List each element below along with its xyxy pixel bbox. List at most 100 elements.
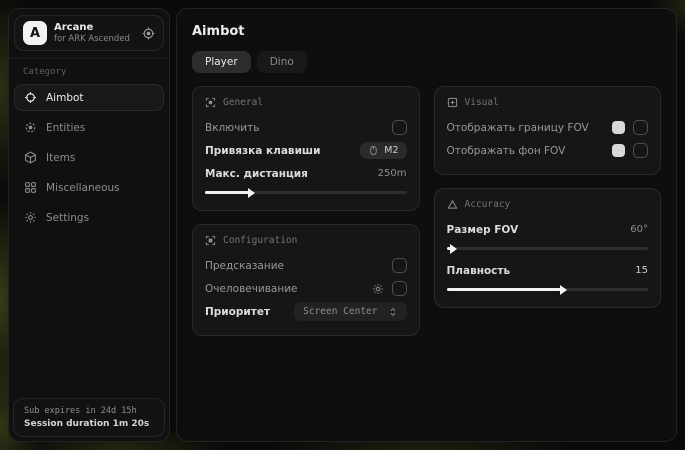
page-title: Aimbot bbox=[192, 24, 661, 39]
target-icon[interactable] bbox=[142, 27, 155, 40]
sidebar-item-entities[interactable]: Entities bbox=[14, 114, 164, 141]
panel-columns: General Включить Привязка клавиши bbox=[192, 86, 661, 336]
sidebar-item-items[interactable]: Items bbox=[14, 144, 164, 171]
main-content: Aimbot Player Dino General bbox=[176, 8, 677, 442]
fov-bg-controls bbox=[612, 143, 648, 158]
fov-border-color-swatch[interactable] bbox=[612, 121, 625, 134]
sidebar-item-settings[interactable]: Settings bbox=[14, 204, 164, 231]
panel-configuration: Configuration Предсказание Очеловечивани… bbox=[192, 224, 420, 336]
gear-icon[interactable] bbox=[372, 283, 384, 295]
enable-checkbox[interactable] bbox=[392, 120, 407, 135]
app-logo: A bbox=[23, 21, 47, 45]
fov-bg-checkbox[interactable] bbox=[633, 143, 648, 158]
app-header-card: A Arcane for ARK Ascended bbox=[14, 15, 164, 51]
fov-size-value: 60° bbox=[630, 224, 648, 235]
humanize-checkbox[interactable] bbox=[392, 281, 407, 296]
category-label: Category bbox=[9, 59, 169, 82]
fov-border-row: Отображать границу FOV bbox=[447, 116, 649, 139]
priority-dropdown[interactable]: Screen Center bbox=[294, 302, 406, 321]
distance-slider-handle[interactable] bbox=[248, 188, 255, 198]
prediction-checkbox[interactable] bbox=[392, 258, 407, 273]
priority-row: Приоритет Screen Center bbox=[205, 300, 407, 323]
smoothness-slider-handle[interactable] bbox=[560, 285, 567, 295]
prediction-label: Предсказание bbox=[205, 260, 284, 272]
grid-icon bbox=[24, 181, 37, 194]
crosshair-icon bbox=[24, 91, 37, 104]
scan-person-icon bbox=[205, 97, 216, 108]
panel-title: Configuration bbox=[223, 235, 297, 246]
sidebar-nav: Aimbot Entities Items bbox=[9, 82, 169, 233]
enable-row: Включить bbox=[205, 116, 407, 139]
scan-icon bbox=[24, 121, 37, 134]
distance-slider[interactable] bbox=[205, 191, 407, 194]
distance-slider-fill bbox=[205, 191, 249, 194]
panel-title: General bbox=[223, 97, 263, 108]
sidebar-item-label: Settings bbox=[46, 212, 89, 224]
priority-label: Приоритет bbox=[205, 306, 270, 318]
app-name: Arcane bbox=[54, 22, 130, 33]
fov-size-slider-handle[interactable] bbox=[450, 244, 457, 254]
app-titles: Arcane for ARK Ascended bbox=[54, 22, 130, 44]
right-column: Visual Отображать границу FOV Отображать… bbox=[434, 86, 662, 308]
tab-player[interactable]: Player bbox=[192, 51, 251, 73]
panel-visual-header: Visual bbox=[447, 97, 649, 108]
smoothness-value: 15 bbox=[635, 265, 648, 276]
smoothness-row: Плавность 15 bbox=[447, 259, 649, 282]
fov-border-checkbox[interactable] bbox=[633, 120, 648, 135]
panel-title: Visual bbox=[465, 97, 499, 108]
humanize-row: Очеловечивание bbox=[205, 277, 407, 300]
smoothness-label: Плавность bbox=[447, 265, 511, 277]
fov-bg-label: Отображать фон FOV bbox=[447, 145, 566, 157]
distance-row: Макс. дистанция 250m bbox=[205, 162, 407, 185]
keybind-value: M2 bbox=[384, 145, 398, 156]
distance-label: Макс. дистанция bbox=[205, 168, 308, 180]
box-icon bbox=[24, 151, 37, 164]
smoothness-slider-fill bbox=[447, 288, 562, 291]
image-icon bbox=[447, 97, 458, 108]
fov-border-controls bbox=[612, 120, 648, 135]
panel-visual: Visual Отображать границу FOV Отображать… bbox=[434, 86, 662, 175]
humanize-controls bbox=[372, 281, 407, 296]
left-column: General Включить Привязка клавиши bbox=[192, 86, 420, 336]
sub-expires-text: Sub expires in 24d 15h bbox=[24, 406, 154, 416]
keybind-button[interactable]: M2 bbox=[360, 142, 406, 159]
panel-general: General Включить Привязка клавиши bbox=[192, 86, 420, 211]
sidebar-header-section: A Arcane for ARK Ascended bbox=[9, 9, 169, 59]
sidebar-item-label: Aimbot bbox=[46, 92, 84, 104]
gear-icon bbox=[24, 211, 37, 224]
triangle-icon bbox=[447, 199, 458, 210]
chevron-up-down-icon bbox=[388, 307, 398, 317]
tab-bar: Player Dino bbox=[192, 51, 661, 73]
sidebar-item-label: Items bbox=[46, 152, 75, 164]
tab-dino[interactable]: Dino bbox=[257, 51, 307, 73]
subscription-status-card: Sub expires in 24d 15h Session duration … bbox=[13, 398, 165, 437]
keybind-label: Привязка клавиши bbox=[205, 145, 320, 157]
logo-letter: A bbox=[30, 26, 40, 41]
mouse-icon bbox=[368, 145, 379, 156]
distance-value: 250m bbox=[378, 168, 407, 179]
sidebar-item-label: Entities bbox=[46, 122, 85, 134]
fov-bg-color-swatch[interactable] bbox=[612, 144, 625, 157]
smoothness-slider[interactable] bbox=[447, 288, 649, 291]
panel-general-header: General bbox=[205, 97, 407, 108]
fov-size-row: Размер FOV 60° bbox=[447, 218, 649, 241]
fov-size-slider-fill bbox=[447, 247, 451, 250]
fov-border-label: Отображать границу FOV bbox=[447, 122, 589, 134]
panel-accuracy-header: Accuracy bbox=[447, 199, 649, 210]
fov-size-slider[interactable] bbox=[447, 247, 649, 250]
sidebar-item-label: Miscellaneous bbox=[46, 182, 120, 194]
app-window: A Arcane for ARK Ascended Category bbox=[8, 8, 677, 442]
fov-size-label: Размер FOV bbox=[447, 224, 519, 236]
fov-bg-row: Отображать фон FOV bbox=[447, 139, 649, 162]
keybind-row: Привязка клавиши M2 bbox=[205, 139, 407, 162]
panel-accuracy: Accuracy Размер FOV 60° Плавность bbox=[434, 188, 662, 308]
humanize-label: Очеловечивание bbox=[205, 283, 298, 295]
app-subtitle: for ARK Ascended bbox=[54, 34, 130, 44]
sidebar-item-aimbot[interactable]: Aimbot bbox=[14, 84, 164, 111]
tune-icon bbox=[205, 235, 216, 246]
session-duration-text: Session duration 1m 20s bbox=[24, 419, 154, 429]
panel-title: Accuracy bbox=[465, 199, 511, 210]
sidebar-item-miscellaneous[interactable]: Miscellaneous bbox=[14, 174, 164, 201]
priority-value: Screen Center bbox=[303, 306, 377, 317]
panel-configuration-header: Configuration bbox=[205, 235, 407, 246]
